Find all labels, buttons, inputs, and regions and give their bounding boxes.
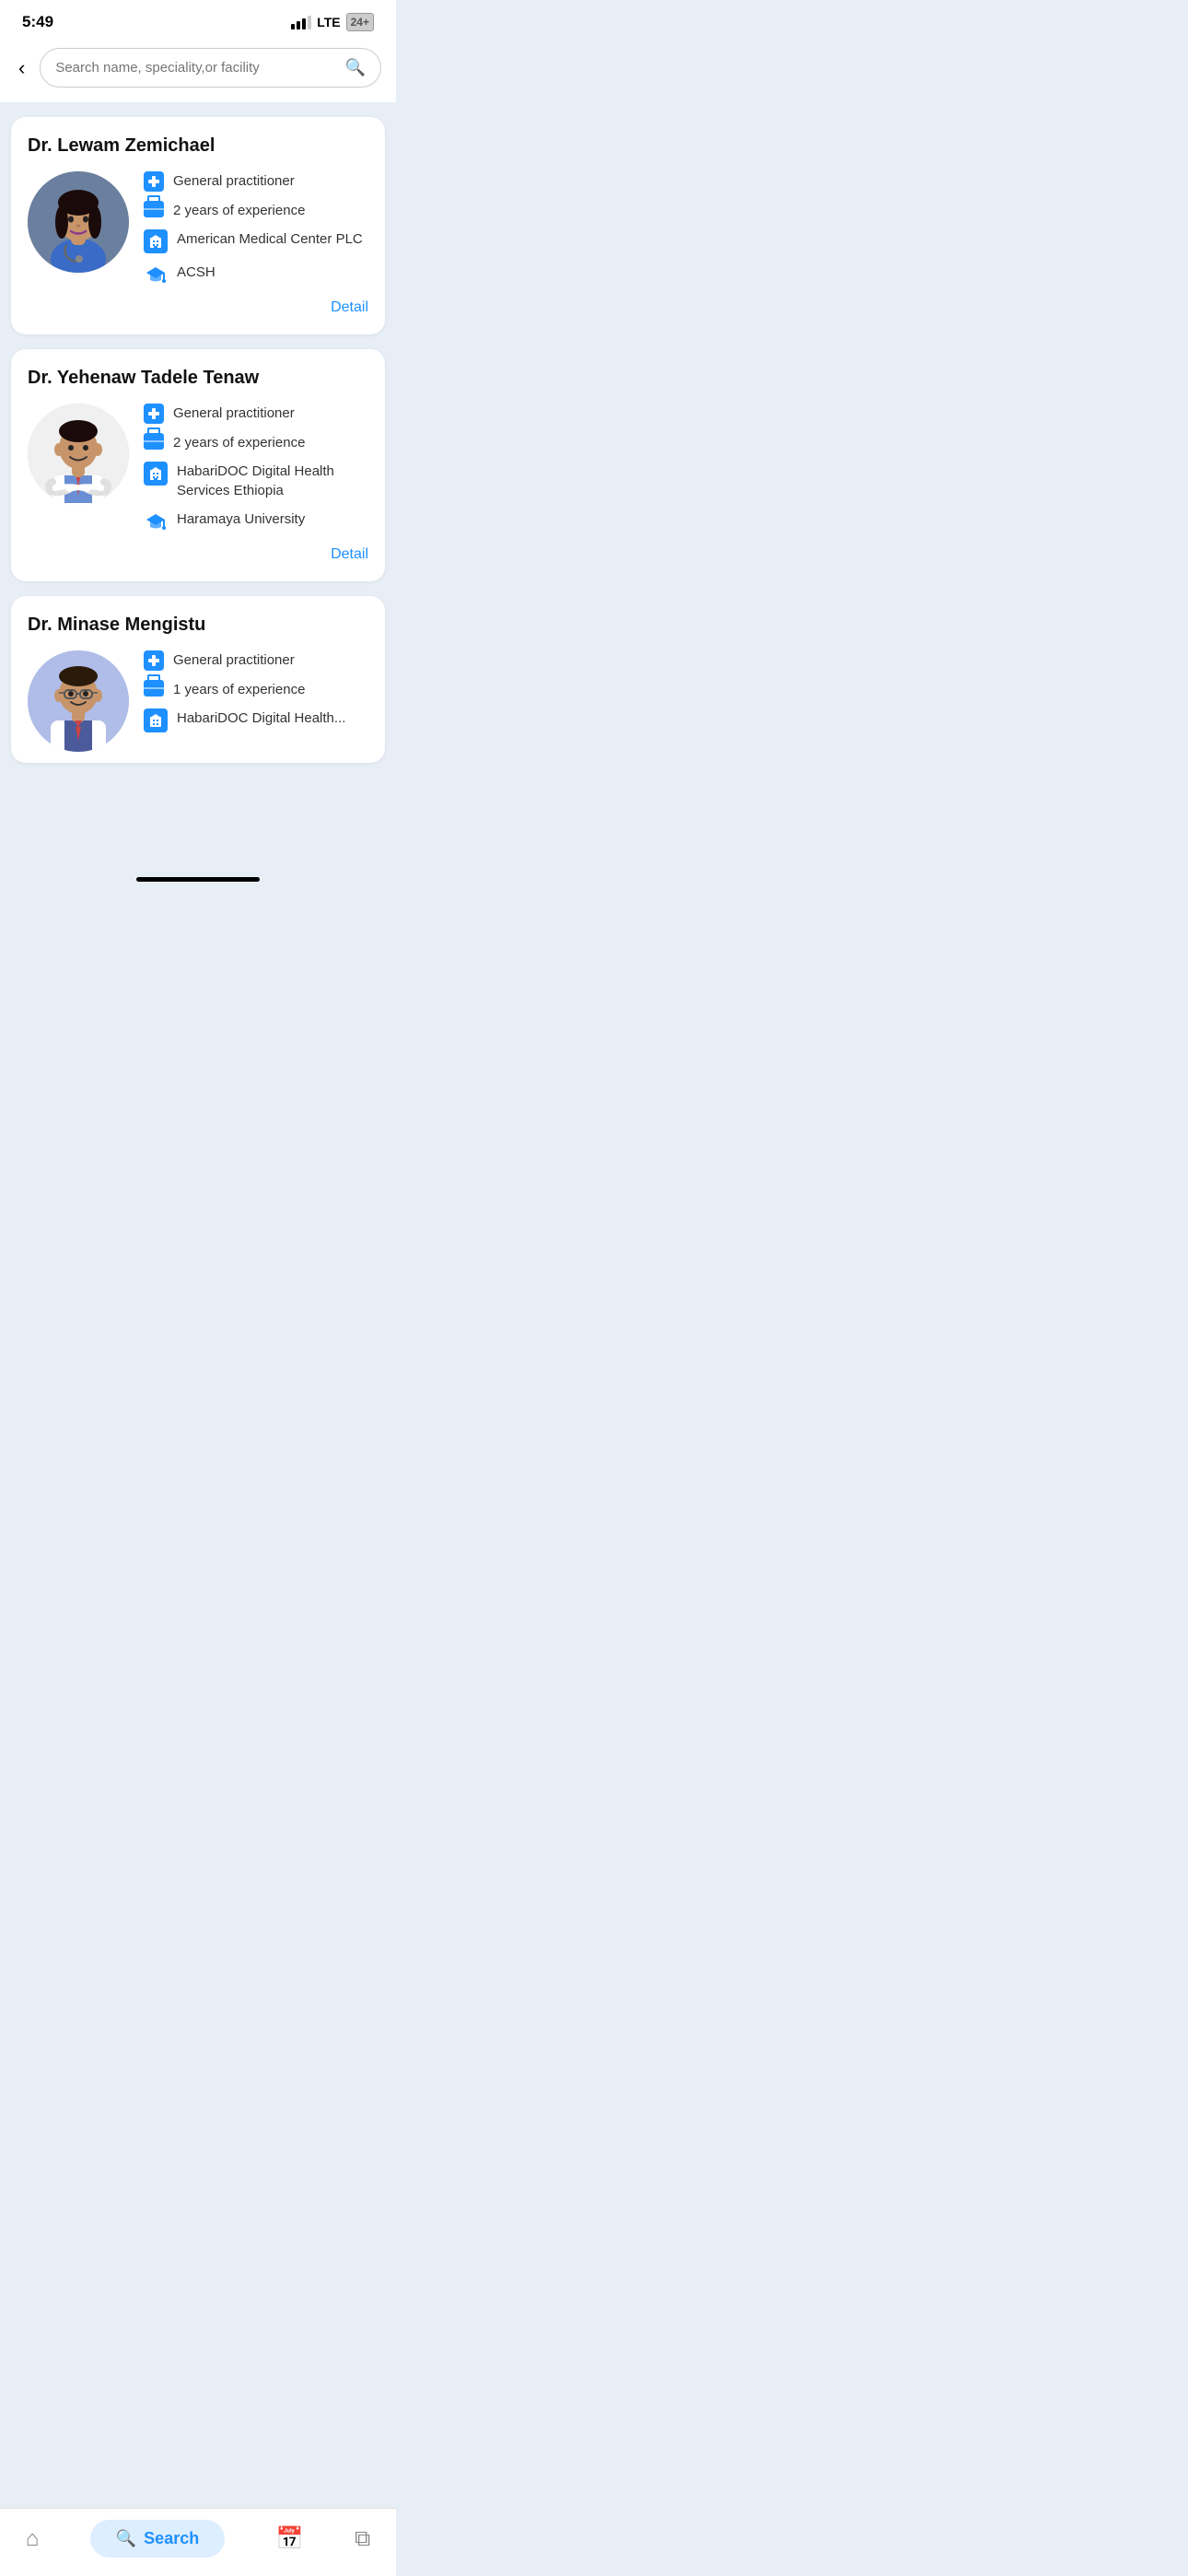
experience-row-2: 2 years of experience (144, 433, 368, 452)
experience-row-3: 1 years of experience (144, 680, 368, 699)
doctor-card-3: Dr. Minase Mengistu (11, 596, 385, 763)
time-display: 5:49 (22, 13, 53, 31)
home-indicator (136, 877, 260, 882)
education-text-2: Haramaya University (177, 509, 305, 529)
doctors-list: Dr. Lewam Zemichael (0, 102, 396, 778)
network-label: LTE (317, 15, 340, 29)
specialty-row-3: General practitioner (144, 650, 368, 671)
building-icon-1 (144, 229, 168, 253)
experience-text-1: 2 years of experience (173, 201, 305, 220)
doctor-avatar-2 (28, 404, 129, 505)
graduation-icon-2 (144, 509, 168, 533)
nav-home[interactable]: ⌂ (26, 2526, 40, 2552)
facility-row-3: HabariDOC Digital Health... (144, 708, 368, 732)
status-indicators: LTE 24+ (291, 13, 374, 31)
search-icon: 🔍 (345, 58, 366, 77)
briefcase-icon-3 (144, 680, 164, 697)
medical-cross-icon-2 (144, 404, 164, 424)
doctor-info-2: General practitioner 2 years of experien… (144, 404, 368, 533)
facility-text-1: American Medical Center PLC (177, 229, 363, 249)
graduation-icon-1 (144, 263, 168, 287)
search-bar-container[interactable]: 🔍 (40, 48, 381, 88)
doctor-info-1: General practitioner 2 years of experien… (144, 171, 368, 287)
search-header: ‹ 🔍 (0, 39, 396, 102)
building-icon-3 (144, 708, 168, 732)
avatar-svg-3 (28, 650, 129, 752)
facility-row-2: HabariDOC Digital Health Services Ethiop… (144, 462, 368, 500)
nav-search-label: Search (144, 2529, 199, 2548)
facility-text-3: HabariDOC Digital Health... (177, 708, 345, 728)
doctor-info-3: General practitioner 1 years of experien… (144, 650, 368, 732)
medical-cross-icon-3 (144, 650, 164, 671)
education-text-1: ACSH (177, 263, 215, 282)
experience-text-3: 1 years of experience (173, 680, 305, 699)
battery-indicator: 24+ (346, 13, 374, 31)
doctor-body-1: General practitioner 2 years of experien… (28, 171, 368, 287)
education-row-2: Haramaya University (144, 509, 368, 533)
education-row-1: ACSH (144, 263, 368, 287)
avatar-svg-2 (28, 404, 129, 505)
specialty-text-2: General practitioner (173, 404, 295, 423)
specialty-text-1: General practitioner (173, 171, 295, 191)
nav-cards[interactable]: ⧉ (355, 2526, 370, 2552)
calendar-icon: 📅 (276, 2525, 304, 2552)
doctor-card-2: Dr. Yehenaw Tadele Tenaw (11, 349, 385, 581)
detail-button-1[interactable]: Detail (331, 299, 368, 316)
medical-cross-icon-1 (144, 171, 164, 192)
card-footer-2: Detail (28, 546, 368, 563)
facility-row-1: American Medical Center PLC (144, 229, 368, 253)
bottom-nav: ⌂ 🔍 Search 📅 ⧉ (0, 2508, 396, 2576)
card-footer-1: Detail (28, 299, 368, 316)
nav-search[interactable]: 🔍 Search (90, 2520, 225, 2558)
doctor-name-1: Dr. Lewam Zemichael (28, 135, 368, 157)
experience-row-1: 2 years of experience (144, 201, 368, 220)
facility-text-2: HabariDOC Digital Health Services Ethiop… (177, 462, 368, 500)
signal-icon (291, 16, 311, 29)
home-icon: ⌂ (26, 2526, 40, 2552)
experience-text-2: 2 years of experience (173, 433, 305, 452)
briefcase-icon-1 (144, 201, 164, 217)
doctor-card-1: Dr. Lewam Zemichael (11, 117, 385, 334)
avatar-svg-1 (28, 171, 129, 273)
doctor-body-3: General practitioner 1 years of experien… (28, 650, 368, 752)
building-icon-2 (144, 462, 168, 486)
nav-calendar[interactable]: 📅 (276, 2525, 304, 2552)
briefcase-icon-2 (144, 433, 164, 450)
detail-button-2[interactable]: Detail (331, 546, 368, 563)
doctor-name-2: Dr. Yehenaw Tadele Tenaw (28, 368, 368, 389)
status-bar: 5:49 LTE 24+ (0, 0, 396, 39)
search-input[interactable] (55, 60, 337, 76)
cards-icon: ⧉ (355, 2526, 370, 2552)
specialty-row-2: General practitioner (144, 404, 368, 424)
doctor-avatar-3 (28, 650, 129, 752)
specialty-row-1: General practitioner (144, 171, 368, 192)
search-pill-icon: 🔍 (116, 2529, 136, 2548)
doctor-body-2: General practitioner 2 years of experien… (28, 404, 368, 533)
doctor-name-3: Dr. Minase Mengistu (28, 615, 368, 636)
back-button[interactable]: ‹ (15, 53, 29, 84)
doctor-avatar-1 (28, 171, 129, 273)
specialty-text-3: General practitioner (173, 650, 295, 670)
